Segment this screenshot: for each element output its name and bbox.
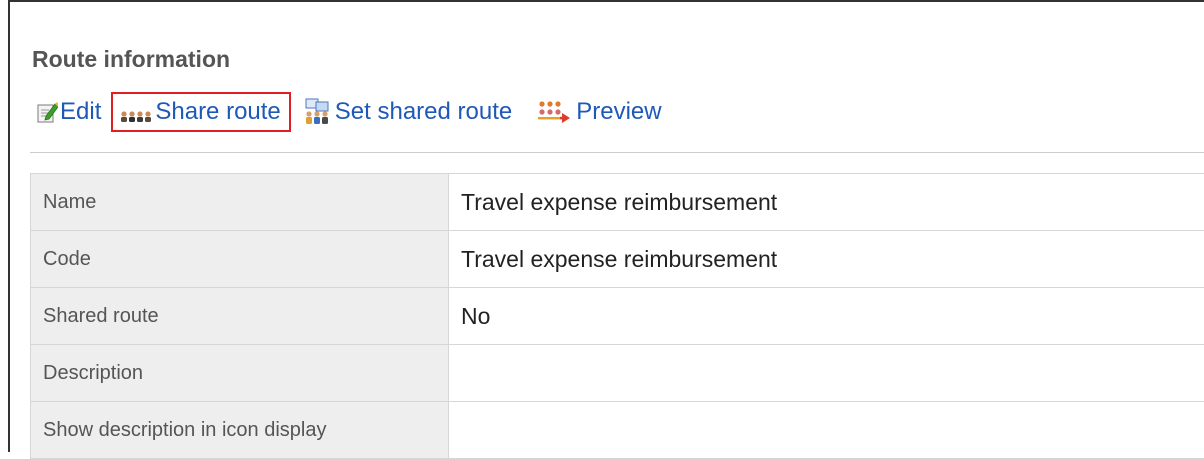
- table-row: Code Travel expense reimbursement: [31, 231, 1204, 288]
- divider: [30, 152, 1204, 153]
- table-row: Name Travel expense reimbursement: [31, 174, 1204, 231]
- table-row: Description: [31, 345, 1204, 402]
- row-value-code: Travel expense reimbursement: [449, 231, 1204, 288]
- row-label-code: Code: [31, 231, 449, 288]
- share-route-button[interactable]: Share route: [111, 92, 290, 132]
- share-route-label: Share route: [155, 98, 280, 126]
- row-value-description: [449, 345, 1204, 402]
- edit-icon: [36, 101, 58, 123]
- row-label-shared-route: Shared route: [31, 288, 449, 345]
- preview-label: Preview: [576, 98, 661, 126]
- edit-label: Edit: [60, 98, 101, 126]
- preview-icon: [536, 100, 574, 124]
- table-row: Show description in icon display: [31, 402, 1204, 459]
- row-label-name: Name: [31, 174, 449, 231]
- row-label-show-description: Show description in icon display: [31, 402, 449, 459]
- row-label-description: Description: [31, 345, 449, 402]
- section-title: Route information: [32, 46, 230, 73]
- set-shared-route-button[interactable]: Set shared route: [303, 98, 512, 126]
- share-route-icon: [119, 103, 153, 121]
- route-info-table: Name Travel expense reimbursement Code T…: [30, 173, 1204, 459]
- toolbar: Edit Share route: [32, 90, 662, 134]
- content-panel: Route information Edit: [8, 0, 1204, 452]
- preview-button[interactable]: Preview: [536, 98, 661, 126]
- row-value-shared-route: No: [449, 288, 1204, 345]
- row-value-show-description: [449, 402, 1204, 459]
- set-shared-route-icon: [303, 98, 333, 126]
- set-shared-route-label: Set shared route: [335, 98, 512, 126]
- row-value-name: Travel expense reimbursement: [449, 174, 1204, 231]
- table-row: Shared route No: [31, 288, 1204, 345]
- edit-button[interactable]: Edit: [36, 98, 101, 126]
